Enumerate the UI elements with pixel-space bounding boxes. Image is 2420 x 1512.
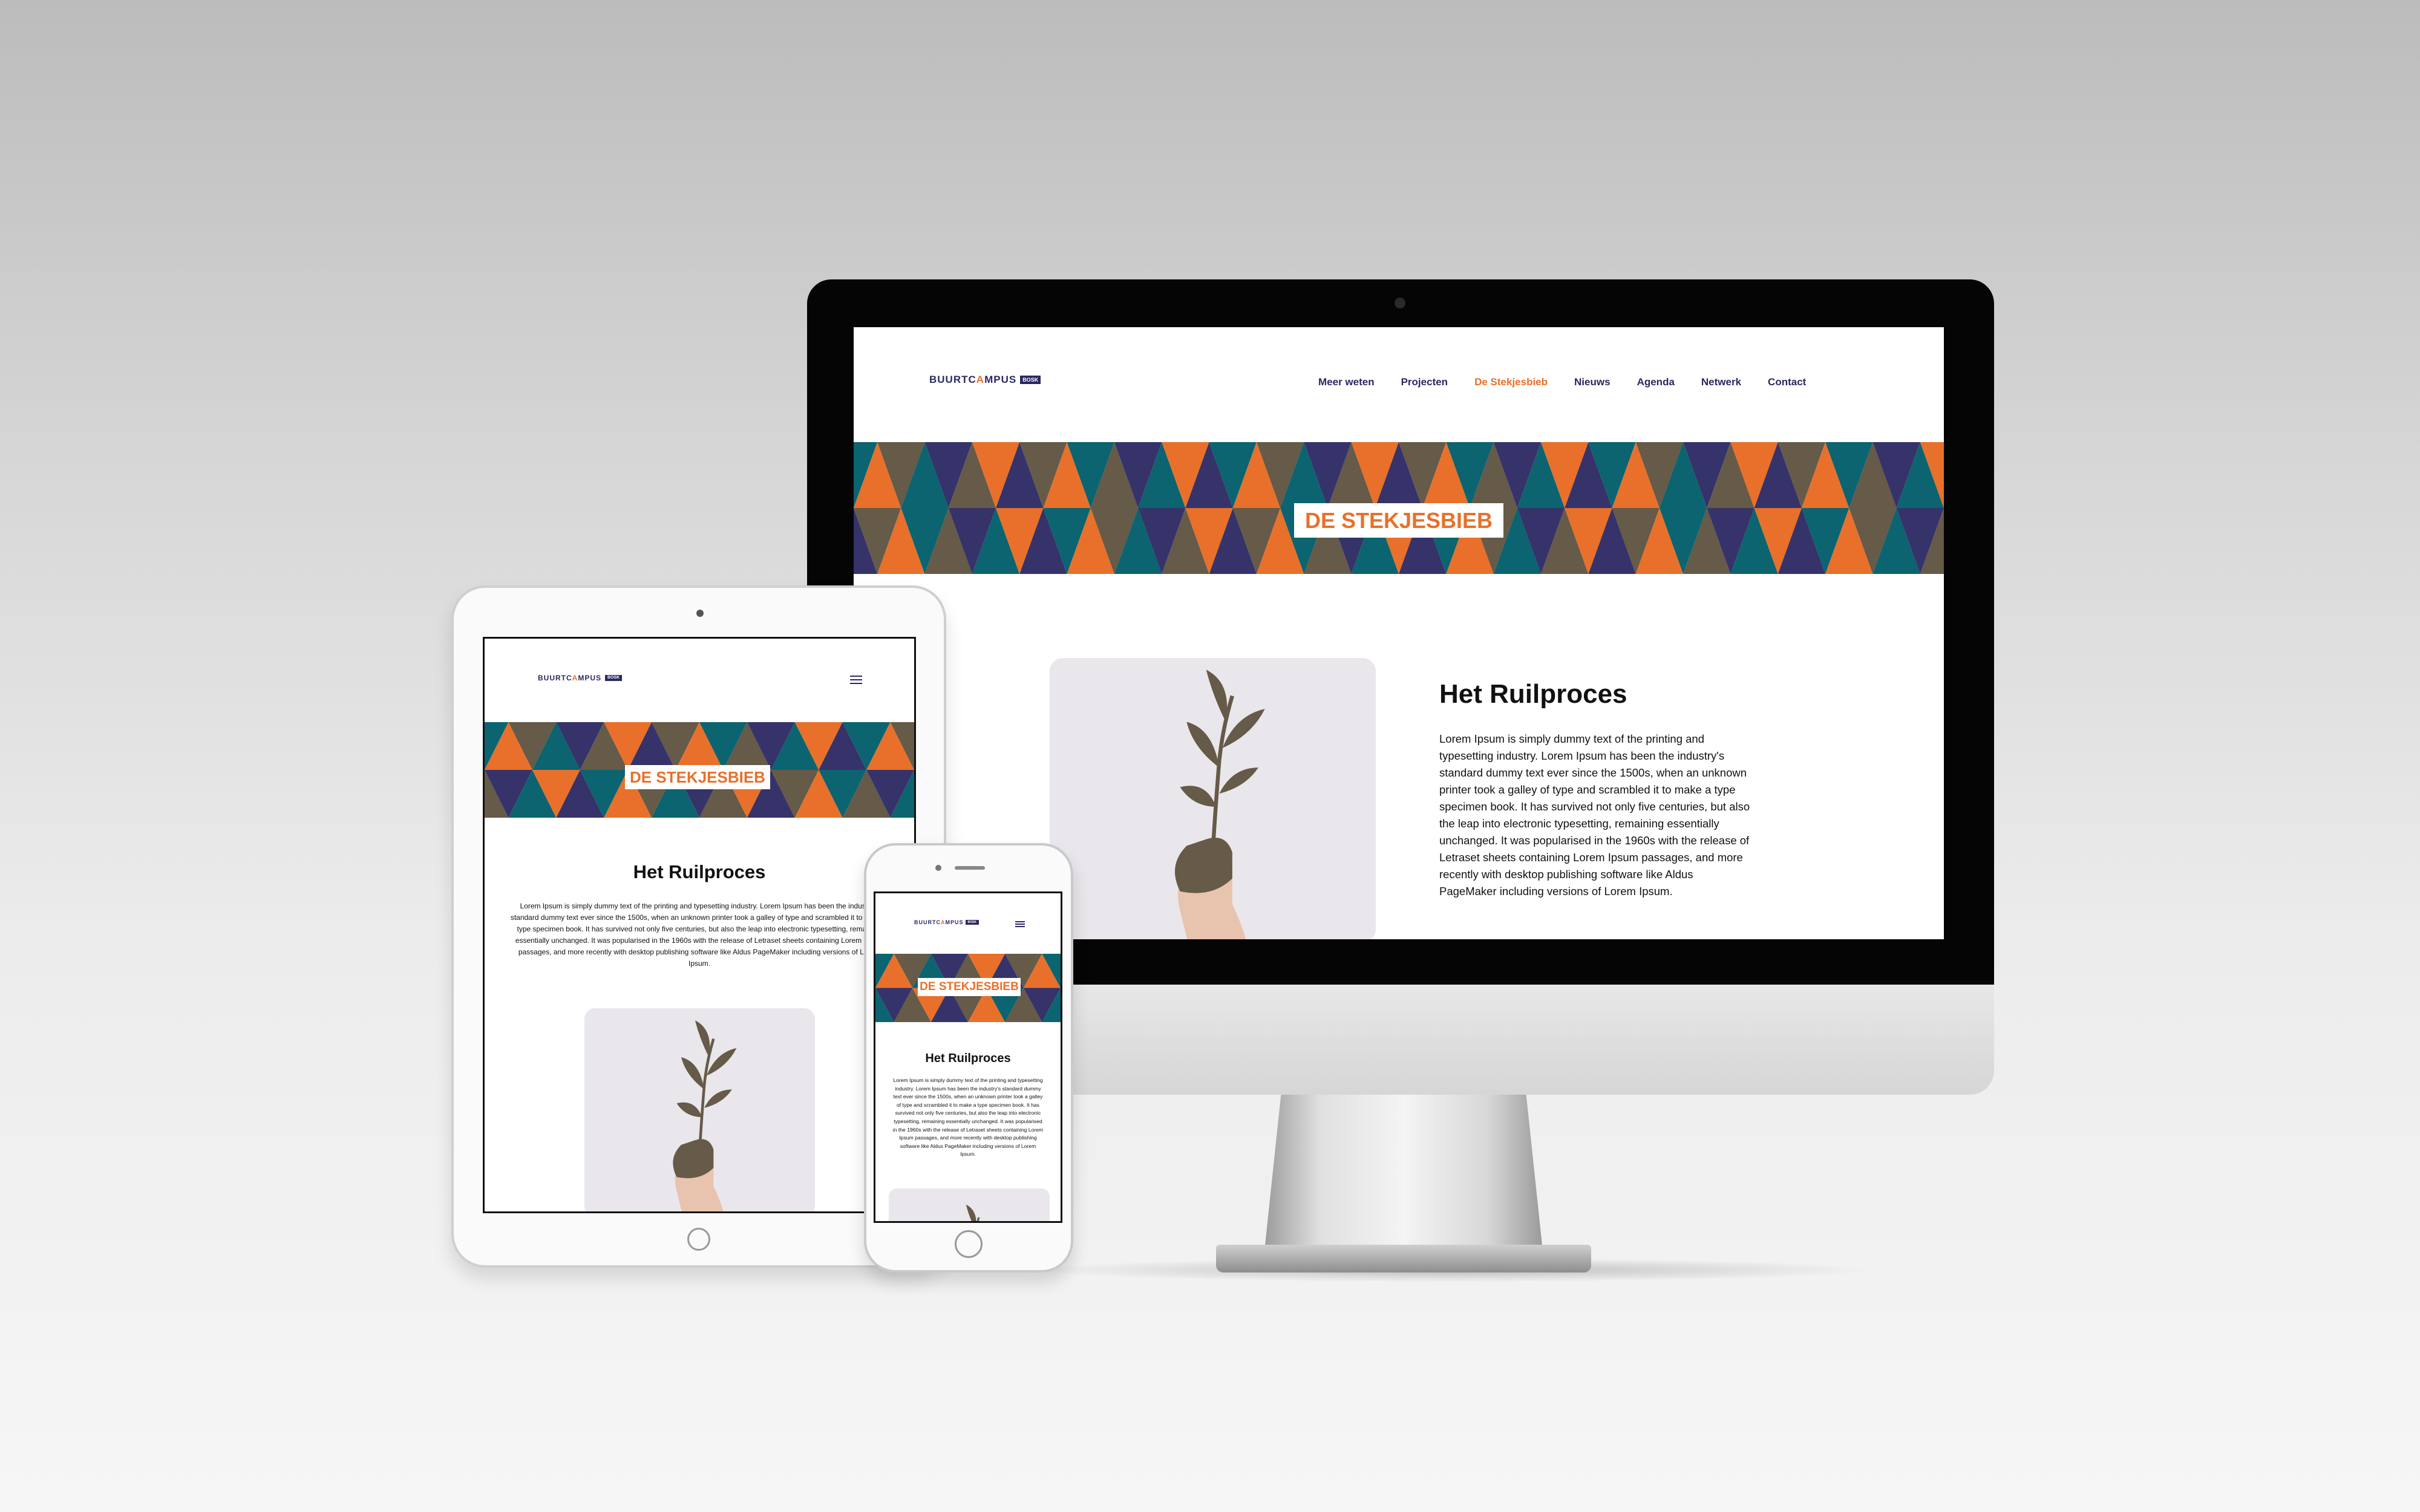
logo-text-2: MPUS: [984, 374, 1017, 385]
banner-title: DE STEKJESBIEB: [625, 765, 770, 789]
logo-badge: BOSK: [965, 920, 979, 925]
site-logo[interactable]: BUURTC A MPUS BOSK: [538, 674, 623, 682]
nav-item-de-stekjesbieb[interactable]: De Stekjesbieb: [1474, 376, 1548, 388]
logo-text-2: MPUS: [578, 674, 602, 682]
banner-title: DE STEKJESBIEB: [1294, 503, 1503, 538]
nav-item-contact[interactable]: Contact: [1768, 376, 1806, 388]
logo-text-2: MPUS: [945, 919, 964, 925]
logo-accent: A: [941, 919, 946, 925]
logo-badge: BOSK: [1020, 376, 1041, 384]
logo-text: BUURTC: [538, 674, 572, 682]
ipad-camera-icon: [696, 610, 704, 617]
hamburger-menu-icon[interactable]: [850, 676, 862, 684]
hamburger-menu-icon[interactable]: [1015, 921, 1025, 927]
site-logo[interactable]: BUURTC A MPUS BOSK: [914, 919, 979, 925]
section-body: Lorem Ipsum is simply dummy text of the …: [510, 902, 889, 968]
logo-text: BUURTC: [914, 919, 941, 925]
logo-text: BUURTC: [929, 374, 976, 385]
site-logo[interactable]: BUURTC A MPUS BOSK: [929, 374, 1041, 386]
section-heading: Het Ruilproces: [633, 861, 766, 882]
section-body: Lorem Ipsum is simply dummy text of the …: [892, 1077, 1044, 1158]
banner-title: DE STEKJESBIEB: [918, 978, 1021, 996]
nav-item-nieuws[interactable]: Nieuws: [1574, 376, 1611, 388]
tablet-screen: BUURTC A MPUS BOSK DE STEKJESBIEB Het Ruilp…: [483, 637, 916, 1213]
logo-accent: A: [572, 674, 578, 682]
ipad-home-button[interactable]: [687, 1228, 710, 1251]
imac-stand: [1264, 1093, 1543, 1251]
nav-item-meer-weten[interactable]: Meer weten: [1318, 376, 1375, 388]
section-heading: Het Ruilproces: [1439, 679, 1627, 709]
imac-camera-icon: [1395, 298, 1405, 308]
section-heading: Het Ruilproces: [925, 1052, 1011, 1065]
nav-item-netwerk[interactable]: Netwerk: [1701, 376, 1741, 388]
phone-screen: BUURTC A MPUS BOSK DE STEKJESBIEB Het Ruilp…: [874, 891, 1062, 1223]
plant-image: [1050, 658, 1376, 939]
plant-image: [889, 1188, 1050, 1221]
plant-image: [584, 1008, 815, 1211]
main-nav: Meer weten Projecten De Stekjesbieb Nieu…: [1318, 376, 1806, 388]
section-body: Lorem Ipsum is simply dummy text of the …: [1439, 732, 1750, 898]
logo-badge: BOSK: [605, 675, 623, 681]
nav-item-projecten[interactable]: Projecten: [1401, 376, 1448, 388]
logo-accent: A: [976, 374, 985, 385]
iphone-home-button[interactable]: [955, 1230, 983, 1258]
iphone-camera-icon: [935, 865, 941, 871]
nav-item-agenda[interactable]: Agenda: [1637, 376, 1675, 388]
imac-base: [1216, 1245, 1591, 1272]
iphone-speaker: [955, 866, 985, 870]
